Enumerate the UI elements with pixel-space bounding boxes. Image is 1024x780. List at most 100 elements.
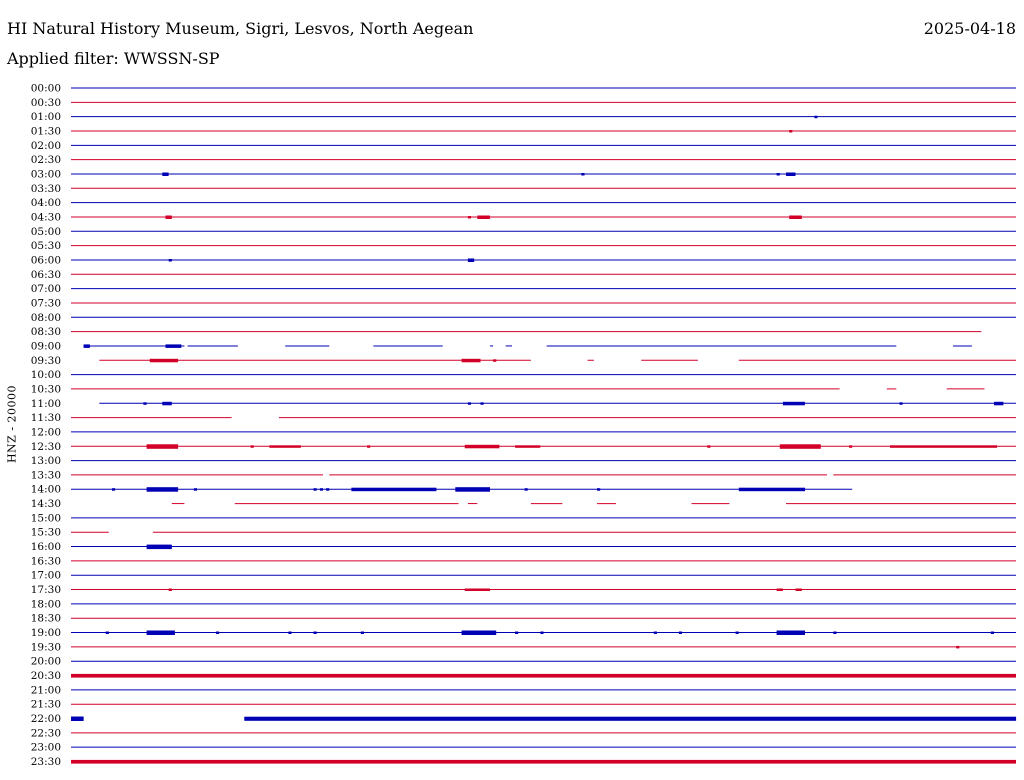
signal-burst <box>193 488 197 491</box>
signal-burst <box>105 631 109 634</box>
trace-row-2230: 22:30 <box>31 727 1016 739</box>
trace-row-0330: 03:30 <box>31 183 1016 195</box>
time-tick-label: 21:30 <box>31 699 61 711</box>
time-tick-label: 22:30 <box>31 727 61 739</box>
time-tick-label: 11:00 <box>31 398 61 410</box>
trace-row-2200: 22:00 <box>31 713 1017 725</box>
trace-row-1730: 17:30 <box>31 584 1016 596</box>
trace-row-0000: 00:00 <box>31 83 1016 95</box>
signal-burst <box>146 444 179 449</box>
trace-row-1130: 11:30 <box>31 412 1016 424</box>
trace-row-1030: 10:30 <box>31 383 985 395</box>
trace-row-0700: 07:00 <box>31 283 1016 295</box>
signal-burst <box>146 544 172 550</box>
signal-burst <box>165 215 172 219</box>
signal-burst <box>162 401 172 406</box>
signal-burst <box>707 445 711 448</box>
time-tick-label: 01:00 <box>31 111 61 123</box>
helicorder-plot: 00:00 00:30 01:00 01:30 02:00 02:30 03:00 03:30… <box>31 83 1017 768</box>
signal-burst <box>782 401 805 406</box>
time-tick-label: 11:30 <box>31 412 61 424</box>
signal-burst <box>738 487 805 492</box>
trace-row-2000: 20:00 <box>31 656 1016 668</box>
signal-burst <box>467 258 475 262</box>
trace-row-2330: 23:30 <box>31 756 1016 768</box>
trace-row-0130: 01:30 <box>31 125 1016 137</box>
time-tick-label: 05:00 <box>31 226 61 238</box>
signal-burst <box>464 588 490 591</box>
trace-row-1300: 13:00 <box>31 455 1016 467</box>
signal-burst <box>149 358 179 363</box>
trace-row-1930: 19:30 <box>31 641 1016 653</box>
signal-burst <box>990 631 994 634</box>
time-tick-label: 12:30 <box>31 441 61 453</box>
trace-row-0600: 06:00 <box>31 254 1016 266</box>
time-tick-label: 02:00 <box>31 140 61 152</box>
signal-burst <box>540 631 544 634</box>
signal-burst <box>461 358 481 363</box>
signal-burst <box>71 716 84 721</box>
trace-row-2130: 21:30 <box>31 699 1016 711</box>
time-tick-label: 04:00 <box>31 197 61 209</box>
signal-burst <box>244 716 1017 721</box>
time-tick-label: 00:30 <box>31 97 61 109</box>
time-tick-label: 14:30 <box>31 498 61 510</box>
time-tick-label: 21:00 <box>31 684 61 696</box>
trace-row-1630: 16:30 <box>31 555 1016 567</box>
trace-row-1430: 14:30 <box>31 498 1016 510</box>
time-tick-label: 01:30 <box>31 125 61 137</box>
signal-burst <box>461 630 497 635</box>
time-tick-label: 22:00 <box>31 713 61 725</box>
signal-burst <box>71 759 1016 764</box>
signal-burst <box>269 445 301 448</box>
signal-burst <box>168 588 172 591</box>
trace-row-0230: 02:30 <box>31 154 1016 166</box>
time-tick-label: 20:00 <box>31 656 61 668</box>
trace-row-0500: 05:00 <box>31 226 1016 238</box>
time-tick-label: 16:30 <box>31 555 61 567</box>
trace-row-2030: 20:30 <box>31 670 1016 682</box>
signal-burst <box>776 588 783 591</box>
time-tick-label: 16:00 <box>31 541 61 553</box>
signal-burst <box>165 344 182 348</box>
signal-burst <box>360 631 364 634</box>
signal-burst <box>653 631 657 634</box>
trace-row-0400: 04:00 <box>31 197 1016 209</box>
time-tick-label: 06:00 <box>31 254 61 266</box>
signal-burst <box>899 402 903 405</box>
time-tick-label: 00:00 <box>31 83 61 95</box>
signal-burst <box>814 115 818 119</box>
time-tick-label: 10:00 <box>31 369 61 381</box>
trace-row-0900: 09:00 <box>31 340 972 352</box>
time-tick-label: 10:30 <box>31 383 61 395</box>
trace-row-1000: 10:00 <box>31 369 1016 381</box>
signal-burst <box>71 673 1016 678</box>
signal-burst <box>467 402 471 405</box>
time-tick-label: 14:00 <box>31 484 61 496</box>
trace-row-0100: 01:00 <box>31 111 1016 123</box>
signal-burst <box>890 445 998 448</box>
signal-burst <box>326 488 330 491</box>
time-tick-label: 09:00 <box>31 340 61 352</box>
trace-row-1200: 12:00 <box>31 426 1016 438</box>
signal-burst <box>112 488 116 491</box>
signal-burst <box>319 488 323 491</box>
trace-row-0830: 08:30 <box>31 326 982 338</box>
signal-burst <box>789 130 793 133</box>
signal-burst <box>735 631 739 634</box>
signal-burst <box>833 631 837 634</box>
trace-row-2300: 23:00 <box>31 742 1016 754</box>
time-tick-label: 20:30 <box>31 670 61 682</box>
signal-burst <box>581 173 585 176</box>
signal-burst <box>597 488 601 491</box>
trace-row-1800: 18:00 <box>31 598 1016 610</box>
trace-row-1400: 14:00 <box>31 484 853 496</box>
time-tick-label: 07:00 <box>31 283 61 295</box>
signal-burst <box>524 488 528 491</box>
trace-row-1600: 16:00 <box>31 541 1016 553</box>
time-tick-label: 23:00 <box>31 742 61 754</box>
time-tick-label: 19:30 <box>31 641 61 653</box>
trace-row-0300: 03:00 <box>31 168 1016 180</box>
time-tick-label: 17:30 <box>31 584 61 596</box>
time-tick-label: 06:30 <box>31 269 61 281</box>
